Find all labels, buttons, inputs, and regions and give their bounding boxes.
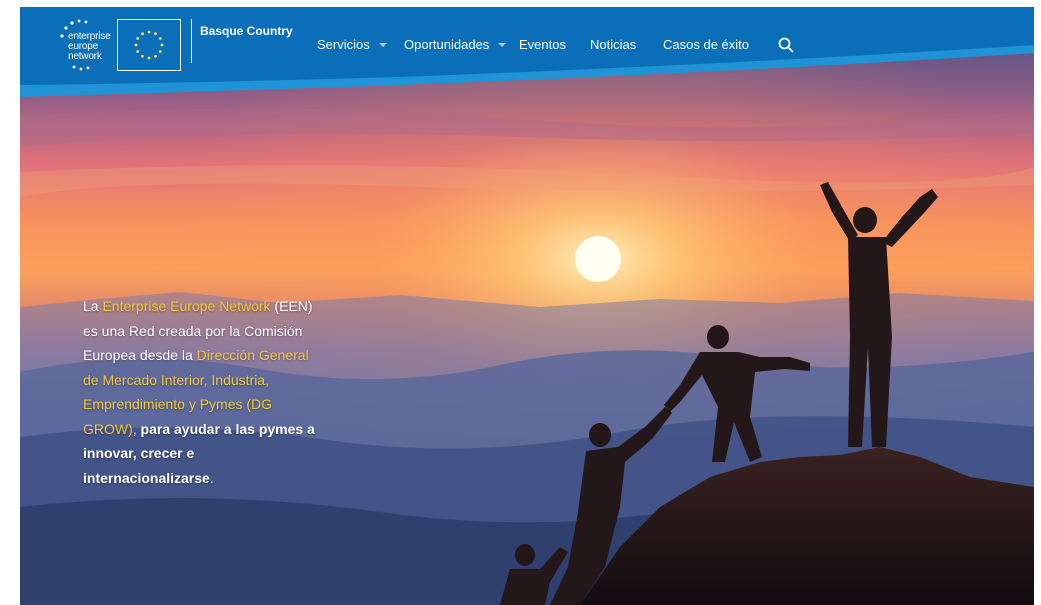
hero-text-segment: , — [132, 420, 141, 437]
main-nav: Servicios Oportunidades Eventos Noticias… — [20, 37, 1034, 57]
chevron-down-icon — [378, 42, 387, 47]
nav-item-servicios[interactable]: Servicios — [317, 37, 387, 52]
nav-item-label: Oportunidades — [404, 37, 490, 52]
search-button[interactable] — [777, 36, 795, 54]
een-link[interactable]: Enterprise Europe Network — [102, 298, 270, 314]
site-header: enterprise europe network Basque Country — [20, 7, 1034, 99]
nav-item-eventos[interactable]: Eventos — [519, 37, 566, 52]
page: enterprise europe network Basque Country — [0, 0, 1041, 605]
search-icon — [778, 37, 794, 53]
nav-item-label: Servicios — [317, 37, 370, 52]
nav-item-noticias[interactable]: Noticias — [590, 37, 636, 52]
nav-item-label: Casos de éxito — [663, 37, 749, 52]
nav-item-label: Noticias — [590, 37, 637, 52]
hero-section: enterprise europe network Basque Country — [20, 7, 1034, 605]
chevron-down-icon — [498, 42, 507, 47]
nav-item-label: Eventos — [519, 37, 566, 52]
hero-text-segment: La — [83, 298, 103, 314]
hero-intro-text: La Enterprise Europe Network (EEN) es un… — [83, 294, 323, 490]
nav-item-casos-de-exito[interactable]: Casos de éxito — [663, 37, 749, 52]
nav-item-oportunidades[interactable]: Oportunidades — [404, 37, 507, 52]
region-label: Basque Country — [200, 24, 293, 38]
hero-text-segment: . — [209, 469, 214, 486]
